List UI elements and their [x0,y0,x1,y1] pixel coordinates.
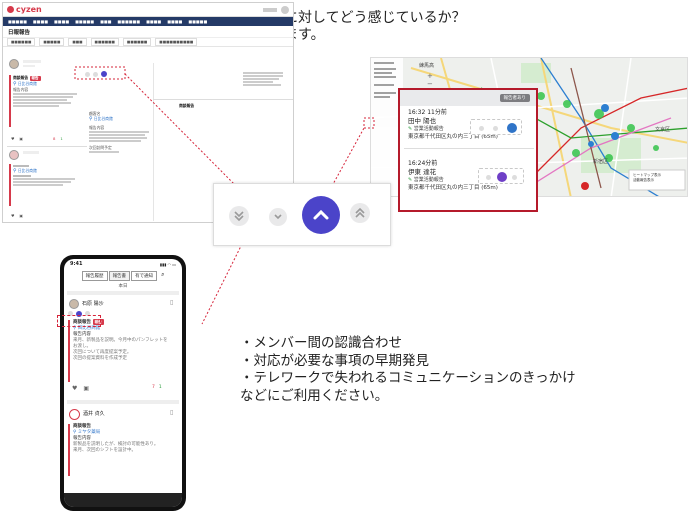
bullet-item: ・メンバー間の認識合わせ [240,335,402,351]
double-chevron-down-icon[interactable] [229,206,249,226]
tab-notify[interactable]: 有で通知 [131,271,158,281]
date-header: 本日 [118,284,128,289]
bullet-footer: などにご利用ください。 [240,387,389,404]
bookmark-icon[interactable]: ▯ [170,299,173,306]
user-name-2: 酒井 貞久 [83,411,105,417]
chevron-down-icon[interactable] [269,208,287,226]
user-name: 石原 陽沙 [82,301,104,307]
avatar-2 [69,409,80,420]
phone-report-1[interactable]: 石原 陽沙 ▯ 商談報告 報告 ⚲ 日比谷商館 報告内容 来月、新製品を説明。今… [64,297,182,397]
phone-statusbar: 9:41 ▮▮▮ ◠ ▭ [70,261,176,267]
tab-history[interactable]: 報告履歴 [81,271,108,281]
double-chevron-up-icon[interactable] [350,203,370,223]
phone-tabs[interactable]: 報告履歴 報告書 有で通知 ⌕ [64,271,182,281]
phone-mockup: 9:41 ▮▮▮ ◠ ▭ 報告履歴 報告書 有で通知 ⌕ 本日 石原 陽沙 ▯ [60,255,186,511]
bookmark-outline-icon[interactable]: ▣ [83,385,89,392]
phone-screen: 9:41 ▮▮▮ ◠ ▭ 報告履歴 報告書 有で通知 ⌕ 本日 石原 陽沙 ▯ [64,259,182,507]
tab-report[interactable]: 報告書 [108,271,131,281]
comment-count[interactable]: 7 [152,385,155,390]
bullet-item: ・対応が必要な事項の早期発見 [240,352,429,369]
phone-report-2[interactable]: 酒井 貞久 ▯ 商談報告 ⚲ ミヤタ薬局 報告内容 新製品を説明したが、検討の可… [64,407,182,487]
heart-icon[interactable]: ♥ [72,385,77,392]
bullet-item: ・テレワークで失われるコミュニケーションのきっかけ [240,370,576,386]
avatar [69,299,79,309]
phone-bottom-bar[interactable] [64,493,182,507]
like-count[interactable]: 1 [159,385,162,390]
location-pin-icon-2: ⚲ [73,430,77,435]
chevron-up-icon[interactable] [302,196,340,234]
phone-reaction-highlight [57,315,101,327]
search-icon[interactable]: ⌕ [161,271,164,281]
reaction-zoom-panel[interactable] [213,183,391,246]
bookmark-icon-2[interactable]: ▯ [170,409,173,416]
feature-bullets: ・メンバー間の認識合わせ ・対応が必要な事項の早期発見 ・テレワークで失われるコ… [240,335,576,405]
